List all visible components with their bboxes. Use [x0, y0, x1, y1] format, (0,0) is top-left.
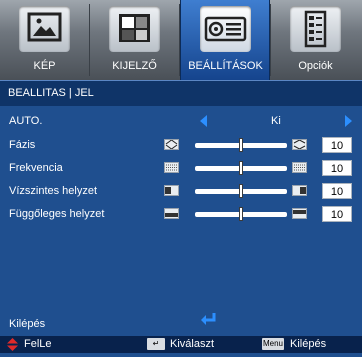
phase-decrease-icon	[164, 139, 179, 150]
row-label: AUTO.	[9, 115, 43, 127]
row-label: Fázis	[9, 139, 36, 151]
menu-row-fazis[interactable]: Fázis 10	[0, 136, 362, 156]
vertical-up-icon	[292, 208, 307, 219]
vertical-position-value: 10	[322, 206, 352, 222]
projector-icon	[200, 6, 251, 52]
up-down-icon	[6, 338, 19, 357]
row-label: Függőleges helyzet	[9, 208, 105, 220]
menu-row-auto[interactable]: AUTO. Ki	[0, 112, 362, 132]
slider-thumb[interactable]	[239, 207, 243, 221]
phase-value: 10	[322, 137, 352, 153]
tab-label: BEÁLLÍTÁSOK	[188, 60, 263, 72]
enter-key-icon: ↵	[147, 338, 165, 350]
osd-menu: KÉP KIJELZŐ BEÁLLÍTÁSOK Opciók BEALLITAS…	[0, 0, 362, 353]
frequency-decrease-icon	[164, 162, 179, 173]
frequency-increase-icon	[292, 162, 307, 173]
tab-opciok[interactable]: Opciók	[271, 0, 362, 80]
arrow-right-icon[interactable]	[345, 115, 352, 127]
phase-increase-icon	[292, 139, 307, 150]
horizontal-left-icon	[164, 185, 179, 196]
auto-value: Ki	[271, 115, 281, 127]
menu-row-vertical-position[interactable]: Függőleges helyzet 10	[0, 205, 362, 225]
tab-kep[interactable]: KÉP	[0, 0, 89, 80]
tab-beallitasok[interactable]: BEÁLLÍTÁSOK	[180, 0, 270, 80]
row-label: Frekvencia	[9, 162, 63, 174]
exit-label: Kilépés	[9, 318, 46, 330]
arrow-left-icon[interactable]	[200, 115, 207, 127]
enter-arrow-icon	[200, 312, 218, 331]
display-icon	[109, 6, 160, 52]
footer-help-bar: FelLe ↵ Kiválaszt Menu Kilépés	[0, 336, 362, 353]
footer-select-label: Kiválaszt	[170, 338, 215, 350]
menu-row-exit[interactable]: Kilépés	[0, 312, 362, 334]
footer-exit-label: Kilépés	[290, 338, 327, 350]
tab-label: KIJELZŐ	[112, 60, 157, 72]
row-label: Vízszintes helyzet	[9, 185, 98, 197]
tab-bar: KÉP KIJELZŐ BEÁLLÍTÁSOK Opciók	[0, 0, 362, 80]
footer-move-label: FelLe	[24, 338, 52, 350]
tab-label: KÉP	[33, 60, 56, 72]
slider-thumb[interactable]	[239, 184, 243, 198]
horizontal-right-icon	[292, 185, 307, 196]
horizontal-position-value: 10	[322, 183, 352, 199]
slider-thumb[interactable]	[239, 161, 243, 175]
options-icon	[290, 6, 341, 52]
slider-thumb[interactable]	[239, 138, 243, 152]
section-title: BEALLITAS | JEL	[0, 80, 362, 106]
frequency-value: 10	[322, 160, 352, 176]
picture-icon	[19, 6, 70, 52]
menu-row-frekvencia[interactable]: Frekvencia 10	[0, 159, 362, 179]
tab-label: Opciók	[298, 60, 333, 72]
menu-key-icon: Menu	[262, 338, 284, 350]
vertical-down-icon	[164, 208, 179, 219]
tab-kijelzo[interactable]: KIJELZŐ	[90, 0, 179, 80]
menu-row-horizontal-position[interactable]: Vízszintes helyzet 10	[0, 182, 362, 202]
